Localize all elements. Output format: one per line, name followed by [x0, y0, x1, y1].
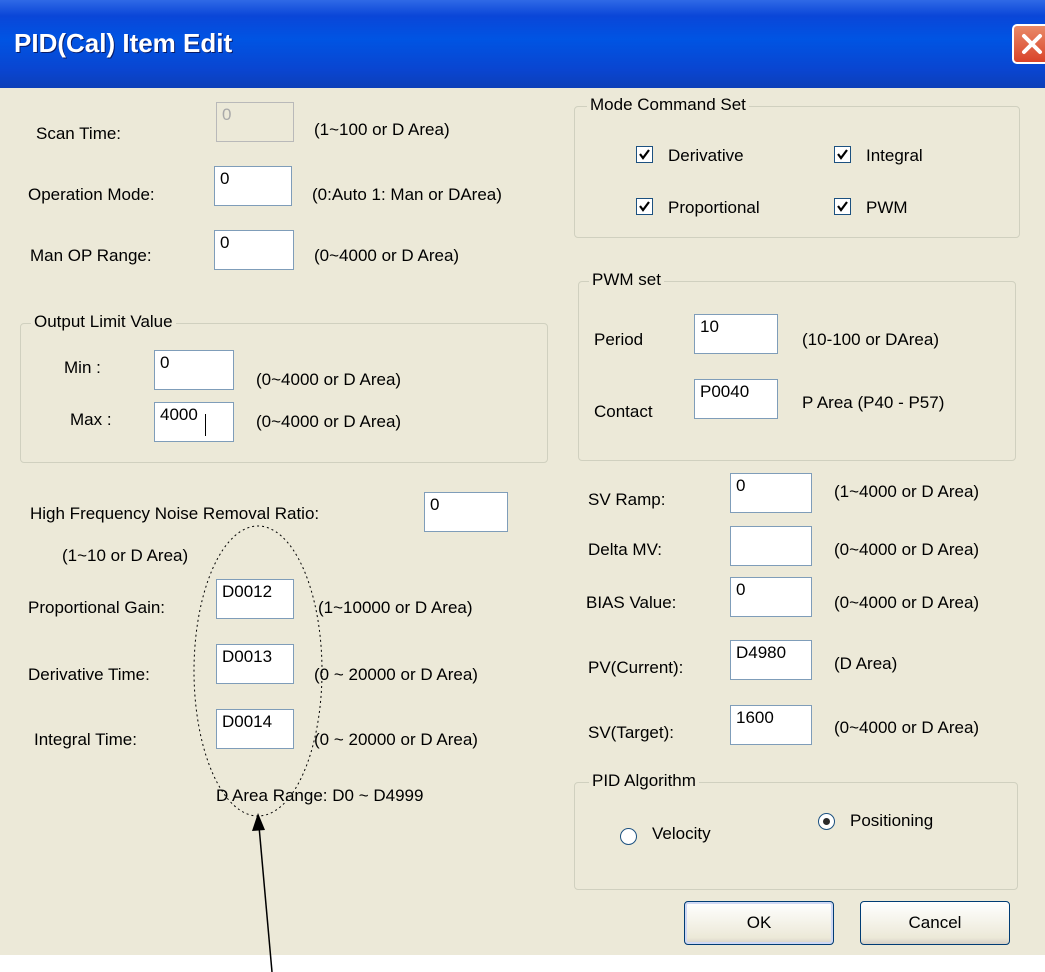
man-op-range-label: Man OP Range: — [30, 246, 152, 265]
title-bar[interactable]: PID(Cal) Item Edit — [0, 0, 1045, 88]
check-icon — [837, 149, 848, 160]
dialog-body: Scan Time: 0 (1~100 or D Area) Operation… — [0, 88, 1045, 972]
pwm-contact-input[interactable]: P0040 — [694, 379, 778, 419]
mode-command-title: Mode Command Set — [587, 95, 749, 115]
window-title: PID(Cal) Item Edit — [14, 28, 233, 58]
scan-time-input[interactable]: 0 — [216, 102, 294, 142]
derivative-time-input[interactable]: D0013 — [216, 644, 294, 684]
bias-value-input[interactable]: 0 — [730, 577, 812, 617]
sv-ramp-label: SV Ramp: — [588, 490, 666, 509]
velocity-radio[interactable] — [620, 828, 637, 845]
operation-mode-input[interactable]: 0 — [214, 166, 292, 206]
derivative-time-hint: (0 ~ 20000 or D Area) — [314, 665, 478, 684]
operation-mode-hint: (0:Auto 1: Man or DArea) — [312, 185, 502, 204]
pid-algorithm-group: PID Algorithm — [574, 771, 1018, 890]
positioning-radio[interactable] — [818, 813, 835, 830]
pwm-period-input[interactable]: 10 — [694, 314, 778, 354]
check-icon — [639, 201, 650, 212]
mode-command-group: Mode Command Set — [574, 95, 1020, 238]
derivative-time-label: Derivative Time: — [28, 665, 150, 684]
integral-checkbox[interactable] — [834, 146, 851, 163]
check-icon — [639, 149, 650, 160]
pwm-contact-hint: P Area (P40 - P57) — [802, 393, 945, 412]
pwm-period-hint: (10-100 or DArea) — [802, 330, 940, 349]
integral-time-label: Integral Time: — [34, 730, 137, 749]
proportional-gain-label: Proportional Gain: — [28, 598, 166, 617]
pwm-checkbox-label: PWM — [866, 198, 908, 217]
operation-mode-label: Operation Mode: — [28, 185, 155, 204]
pv-current-label: PV(Current): — [588, 658, 684, 677]
output-max-input[interactable]: 4000 — [154, 402, 234, 442]
delta-mv-input[interactable] — [730, 526, 812, 566]
delta-mv-label: Delta MV: — [588, 540, 663, 559]
pid-algorithm-title: PID Algorithm — [589, 771, 699, 791]
output-max-hint: (0~4000 or D Area) — [256, 412, 402, 431]
pwm-period-label: Period — [594, 330, 644, 349]
bottom-strip — [0, 955, 1045, 972]
sv-target-input[interactable]: 1600 — [730, 705, 812, 745]
output-min-label: Min : — [64, 358, 101, 377]
sv-ramp-input[interactable]: 0 — [730, 473, 812, 513]
cancel-button[interactable]: Cancel — [860, 901, 1010, 945]
proportional-gain-hint: (1~10000 or D Area) — [318, 598, 473, 617]
man-op-range-hint: (0~4000 or D Area) — [314, 246, 460, 265]
output-limit-title: Output Limit Value — [31, 312, 176, 332]
noise-removal-input[interactable]: 0 — [424, 492, 508, 532]
output-limit-group: Output Limit Value — [20, 312, 548, 463]
pwm-set-title: PWM set — [589, 270, 664, 290]
pv-current-input[interactable]: D4980 — [730, 640, 812, 680]
derivative-checkbox-label: Derivative — [668, 146, 744, 165]
check-icon — [837, 201, 848, 212]
positioning-radio-label: Positioning — [850, 811, 934, 830]
proportional-checkbox-label: Proportional — [668, 198, 760, 217]
output-max-label: Max : — [70, 410, 112, 429]
proportional-checkbox[interactable] — [636, 198, 653, 215]
sv-ramp-hint: (1~4000 or D Area) — [834, 482, 980, 501]
output-min-input[interactable]: 0 — [154, 350, 234, 390]
pwm-contact-label: Contact — [594, 402, 653, 421]
d-area-range-note: D Area Range: D0 ~ D4999 — [216, 786, 424, 805]
radio-selected-dot — [823, 818, 830, 825]
derivative-checkbox[interactable] — [636, 146, 653, 163]
ok-button[interactable]: OK — [684, 901, 834, 945]
close-icon — [1022, 34, 1042, 54]
text-caret — [205, 414, 206, 436]
scan-time-hint: (1~100 or D Area) — [314, 120, 450, 139]
integral-time-input[interactable]: D0014 — [216, 709, 294, 749]
scan-time-label: Scan Time: — [36, 124, 122, 143]
pv-current-hint: (D Area) — [834, 654, 898, 673]
delta-mv-hint: (0~4000 or D Area) — [834, 540, 980, 559]
noise-removal-hint: (1~10 or D Area) — [62, 546, 189, 565]
integral-time-hint: (0 ~ 20000 or D Area) — [314, 730, 478, 749]
sv-target-hint: (0~4000 or D Area) — [834, 718, 980, 737]
integral-checkbox-label: Integral — [866, 146, 923, 165]
close-button[interactable] — [1012, 24, 1045, 64]
velocity-radio-label: Velocity — [652, 824, 711, 843]
pwm-set-group: PWM set — [578, 270, 1016, 461]
output-min-hint: (0~4000 or D Area) — [256, 370, 402, 389]
noise-removal-label: High Frequency Noise Removal Ratio: — [30, 504, 320, 523]
man-op-range-input[interactable]: 0 — [214, 230, 294, 270]
proportional-gain-input[interactable]: D0012 — [216, 579, 294, 619]
bias-value-hint: (0~4000 or D Area) — [834, 593, 980, 612]
pid-item-edit-dialog: PID(Cal) Item Edit Scan Time: 0 (1~100 o… — [0, 0, 1045, 972]
sv-target-label: SV(Target): — [588, 723, 674, 742]
bias-value-label: BIAS Value: — [586, 593, 677, 612]
pwm-checkbox[interactable] — [834, 198, 851, 215]
